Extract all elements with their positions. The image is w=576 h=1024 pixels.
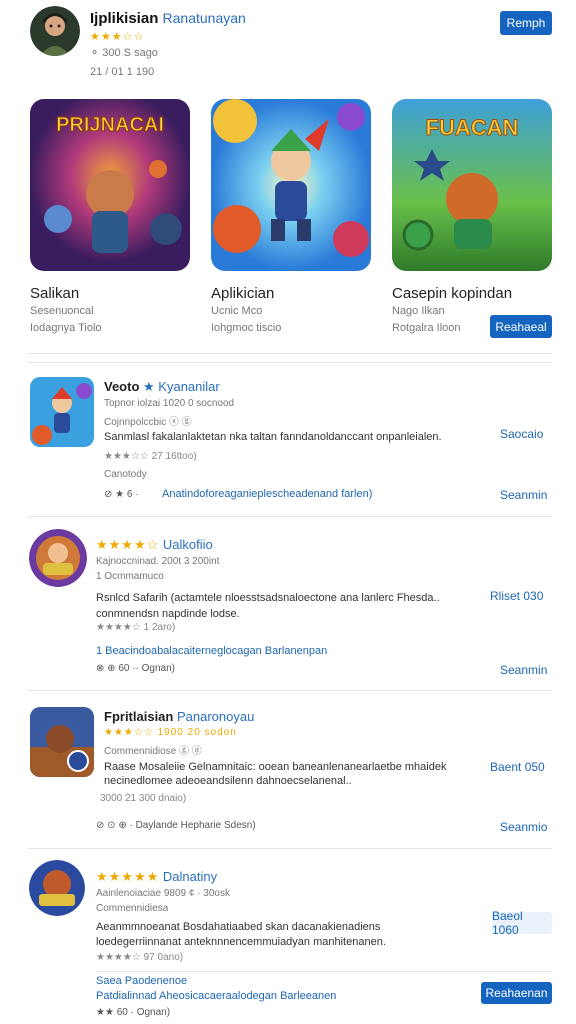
list-item-side-link[interactable]: Rliset 030 xyxy=(490,589,543,603)
featured-tile-1[interactable]: PRIJNACAI xyxy=(30,99,190,271)
list-item-side-button[interactable]: Baeol 1060 xyxy=(492,909,552,937)
list-item-link[interactable]: 1 Beacindoabalacaiterneglocagan Barlanen… xyxy=(96,645,327,657)
list-item-meta: Commennidiesa xyxy=(96,903,169,914)
list-item-description: Sanmlasl fakalanlaktetan nka taltan fann… xyxy=(104,431,442,443)
list-item-meta: Commennidiose ⓖ ⓓ xyxy=(104,746,202,757)
list-item-name-suffix: Panaronoyau xyxy=(176,709,255,724)
list-item-meta: Topnor iolzai 1020 0 socnood xyxy=(104,398,235,409)
list-item-extra[interactable]: Saea Paodenenoe xyxy=(96,975,187,987)
svg-text:PRIJNACAI: PRIJNACAI xyxy=(56,114,164,136)
list-item-meta: 1 Ocmmamuco xyxy=(96,571,164,582)
list-item-link[interactable]: Patdialinnad Aheosicacaeraalodegan Barle… xyxy=(96,990,336,1002)
divider xyxy=(28,353,552,354)
header-action-button[interactable]: Remph xyxy=(500,11,552,35)
featured-sub-3: Nago Ilkan xyxy=(392,305,445,317)
app-avatar-icon[interactable] xyxy=(30,6,80,56)
featured-title-3: Casepin kopindan xyxy=(392,285,513,302)
header-date: 21 / 01 1 190 xyxy=(90,66,155,78)
list-item-action-link[interactable]: Seanmio xyxy=(500,820,547,834)
header-rating: ★★★☆☆ xyxy=(90,31,145,43)
divider xyxy=(96,971,552,972)
list-item-meta: Aainlenoiaciae 9809 ¢ · 30osk xyxy=(96,888,230,899)
list-item-description: Rsnlcd Safarih (actamtele nloesstsadsnal… xyxy=(96,592,440,620)
list-item-action-link[interactable]: Seanmin xyxy=(500,488,547,502)
featured-meta-3: Rotgalra Iloon xyxy=(392,322,461,334)
featured-title-2: Aplikician xyxy=(211,285,275,302)
divider xyxy=(28,362,552,363)
list-item-rating: ★★★★☆ 1 2aro) xyxy=(96,622,176,633)
list-item-name-suffix: Dalnatiny xyxy=(162,869,218,884)
featured-sub-1: Sesenuoncal xyxy=(30,305,94,317)
list-item-icons: ⊘ ★ 6 · xyxy=(104,489,139,500)
list-item-meta: ★★★☆☆ 1900 20 sodon xyxy=(104,727,237,738)
list-item-meta: Kajnoccninad. 200t 3 200int xyxy=(96,556,220,567)
list-item-description: Aeanmmnoeanat Bosdahatiaabed skan dacana… xyxy=(96,921,386,948)
list-item-title-stars: ★★★★★ xyxy=(96,869,160,884)
game-icon xyxy=(30,707,94,777)
list-item-rating: ★★★☆☆ 27 16ttoo) xyxy=(104,451,197,462)
svg-text:FUACAN: FUACAN xyxy=(426,115,519,140)
list-item-side-link[interactable]: Saocaio xyxy=(500,427,543,441)
divider xyxy=(28,516,552,517)
list-item-meta: Cojnnpolccbic ⓧ ⓖ xyxy=(104,417,192,428)
game-icon xyxy=(29,860,85,916)
game-icon xyxy=(30,377,94,447)
divider xyxy=(28,690,552,691)
list-item-icons: ⊗ ⊕ 60 ·· Ognan) xyxy=(96,663,176,674)
list-item-name-suffix: Ualkofiio xyxy=(162,537,213,552)
app-title: Ijplikisian xyxy=(90,10,159,27)
list-item-side-link[interactable]: Baent 050 xyxy=(490,760,545,774)
divider xyxy=(28,848,552,849)
featured-tile-3[interactable]: FUACAN xyxy=(392,99,552,271)
app-subtitle: Ranatunayan xyxy=(162,10,246,26)
list-item-description: Raase Mosaleiie Gelnamnitaic: ooean bane… xyxy=(104,761,447,787)
featured-install-button[interactable]: Reahaeal xyxy=(490,315,552,338)
list-item-name: Veoto xyxy=(104,379,140,394)
header-meta: ⚬ 300 S sago xyxy=(90,47,158,59)
list-item-rating: 3000 21 300 dnaio) xyxy=(100,793,187,804)
featured-meta-1: Iodagnya Tiolo xyxy=(30,322,102,334)
list-item-icons: ⊘ ⊙ ⊕ · Daylande Hepharie Sdesn) xyxy=(96,820,256,831)
list-item-title-stars: ★★★★☆ xyxy=(96,537,160,552)
list-item-action-link[interactable]: Seanmin xyxy=(500,663,547,677)
list-item-rating: ★★★★☆ 97 0ano) xyxy=(96,952,184,963)
list-item-icons: ★★ 60 · Ognan) xyxy=(96,1007,171,1018)
game-icon xyxy=(29,529,87,587)
list-item-name-suffix: ★ Kyananilar xyxy=(143,379,220,394)
featured-sub-2: Ucnic Mco xyxy=(211,305,263,317)
list-item-name: Fpritlaisian xyxy=(104,709,174,724)
list-item-action-button[interactable]: Reahaenan xyxy=(481,982,552,1004)
list-item-link[interactable]: Anatindoforeaganieplescheadenand farlen) xyxy=(162,488,372,500)
featured-meta-2: Iohgmoc tiscio xyxy=(211,322,282,334)
list-item-extra: Canotody xyxy=(104,469,147,480)
featured-tile-2[interactable] xyxy=(211,99,371,271)
featured-title-1: Salikan xyxy=(30,285,80,302)
